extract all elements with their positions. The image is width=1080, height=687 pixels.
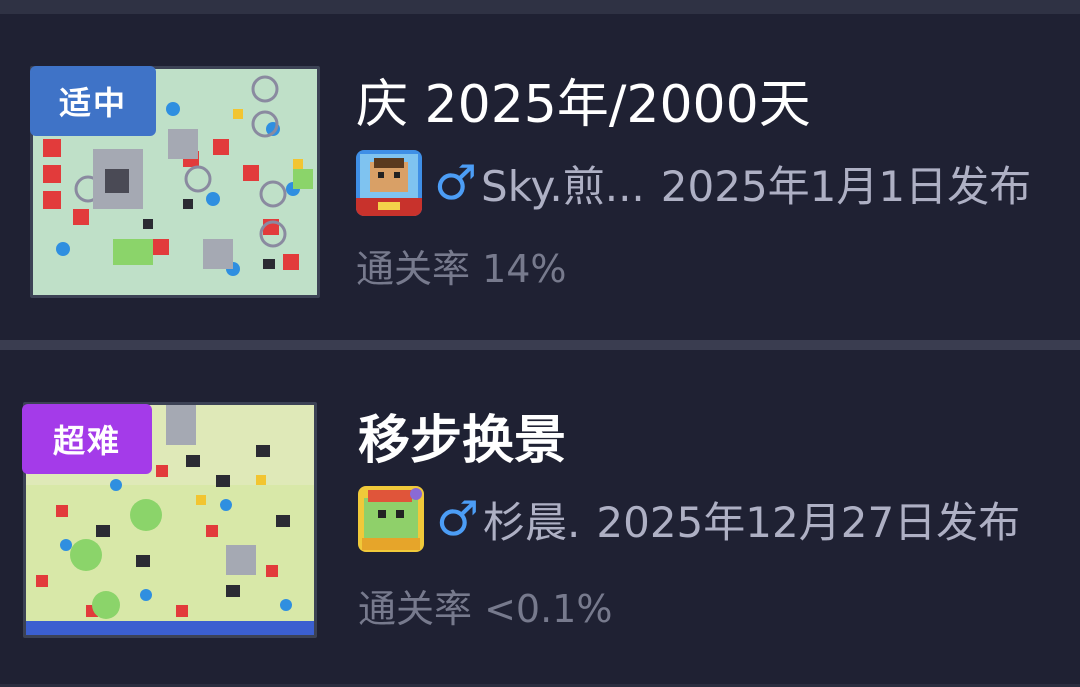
- author-row: ♂ 杉晨. 2025年12月27日发布: [358, 484, 1020, 554]
- difficulty-badge: 超难: [22, 404, 152, 474]
- publish-date: 2025年1月1日发布: [660, 161, 1032, 211]
- publish-date: 2025年12月27日发布: [596, 497, 1021, 547]
- level-title[interactable]: 庆 2025年/2000天: [356, 62, 811, 137]
- level-title[interactable]: 移步换景: [358, 398, 566, 473]
- top-strip: [0, 0, 1080, 14]
- pass-rate: 通关率 <0.1%: [358, 587, 613, 631]
- level-card[interactable]: 超难 移步换景 ♂ 杉晨. 2025年12月27日发布 通关率 <0.1%: [0, 358, 1080, 678]
- male-icon: ♂: [436, 491, 480, 547]
- author-name[interactable]: 杉晨.: [483, 489, 580, 550]
- author-row: ♂ Sky.煎... 2025年1月1日发布: [356, 148, 1031, 218]
- author-name[interactable]: Sky.煎...: [481, 153, 645, 214]
- author-avatar[interactable]: [356, 150, 422, 216]
- pass-rate: 通关率 14%: [356, 247, 567, 291]
- author-avatar[interactable]: [358, 486, 424, 552]
- card-divider: [0, 340, 1080, 350]
- difficulty-badge: 适中: [30, 66, 156, 136]
- level-card[interactable]: 适中 庆 2025年/2000天 ♂ Sky.煎... 2025年1月1日发布 …: [0, 20, 1080, 340]
- male-icon: ♂: [434, 155, 478, 211]
